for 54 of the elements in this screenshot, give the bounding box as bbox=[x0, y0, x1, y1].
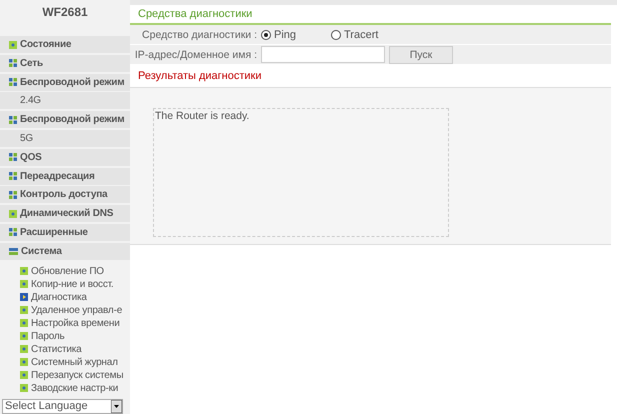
square-icon bbox=[20, 267, 28, 276]
start-button[interactable]: Пуск bbox=[389, 46, 453, 64]
menu-item[interactable]: QOS bbox=[0, 148, 130, 166]
menu-item[interactable]: Динамический DNS bbox=[0, 205, 130, 222]
submenu-item[interactable]: Настройка времени bbox=[20, 316, 130, 330]
radio-option[interactable]: Ping bbox=[261, 28, 331, 40]
grid-icon bbox=[9, 228, 17, 236]
grid-icon bbox=[9, 190, 17, 199]
results-title: Результаты диагностики bbox=[138, 70, 262, 82]
radio-option[interactable]: Tracert bbox=[331, 28, 391, 40]
square-icon bbox=[20, 319, 28, 328]
menu-item[interactable]: Система bbox=[0, 242, 130, 260]
menu-item[interactable]: 2.4G bbox=[0, 92, 130, 110]
menu-item[interactable]: Состояние bbox=[0, 36, 130, 53]
field-label: Средство диагностики : bbox=[141, 28, 258, 40]
square-icon bbox=[20, 384, 28, 392]
submenu-item[interactable]: Удаленное управл-е bbox=[20, 304, 130, 317]
address-input[interactable] bbox=[261, 46, 385, 63]
submenu-item[interactable]: Пароль bbox=[20, 330, 130, 343]
grid-icon bbox=[9, 59, 17, 68]
grid-icon bbox=[9, 153, 17, 162]
submenu-item[interactable]: Диагностика bbox=[20, 290, 130, 304]
grid-icon bbox=[9, 78, 17, 86]
square-icon bbox=[20, 371, 28, 380]
square-icon bbox=[9, 210, 17, 218]
grid-icon bbox=[9, 116, 17, 124]
menu-item[interactable]: Беспроводной режим bbox=[0, 111, 130, 128]
submenu-item[interactable]: Заводские настр-ки bbox=[20, 382, 130, 395]
device-title: WF2681 bbox=[42, 5, 88, 19]
menu-item[interactable]: Переадресация bbox=[0, 168, 130, 185]
submenu-item[interactable]: Перезапуск системы bbox=[20, 368, 130, 382]
submenu-item[interactable]: Обновление ПО bbox=[20, 264, 130, 278]
output-box: The Router is ready. bbox=[153, 108, 449, 237]
square-icon bbox=[20, 280, 28, 288]
menu-item[interactable]: Сеть bbox=[0, 54, 130, 72]
square-icon bbox=[20, 358, 28, 366]
square-icon bbox=[20, 332, 28, 340]
dropdown-arrow-icon bbox=[111, 400, 122, 413]
submenu-item[interactable]: Системный журнал bbox=[20, 356, 130, 369]
section-title: Средства диагностики bbox=[138, 8, 252, 20]
bars-icon bbox=[9, 248, 18, 255]
language-select[interactable]: Select Language bbox=[2, 398, 123, 414]
square-icon bbox=[20, 306, 28, 314]
submenu-item[interactable]: Копир-ние и восст. bbox=[20, 278, 130, 291]
menu-item[interactable]: 5G bbox=[0, 130, 130, 147]
menu-item[interactable]: Контроль доступа bbox=[0, 186, 130, 204]
square-icon bbox=[20, 345, 28, 354]
menu-item[interactable]: Беспроводной режим bbox=[0, 74, 130, 91]
field-label: IP-адрес/Доменное имя : bbox=[134, 48, 258, 60]
grid-icon bbox=[9, 172, 17, 180]
submenu-item[interactable]: Статистика bbox=[20, 342, 130, 356]
menu-item[interactable]: Расширенные bbox=[0, 224, 130, 241]
square-icon bbox=[20, 293, 28, 302]
square-icon bbox=[9, 40, 17, 48]
